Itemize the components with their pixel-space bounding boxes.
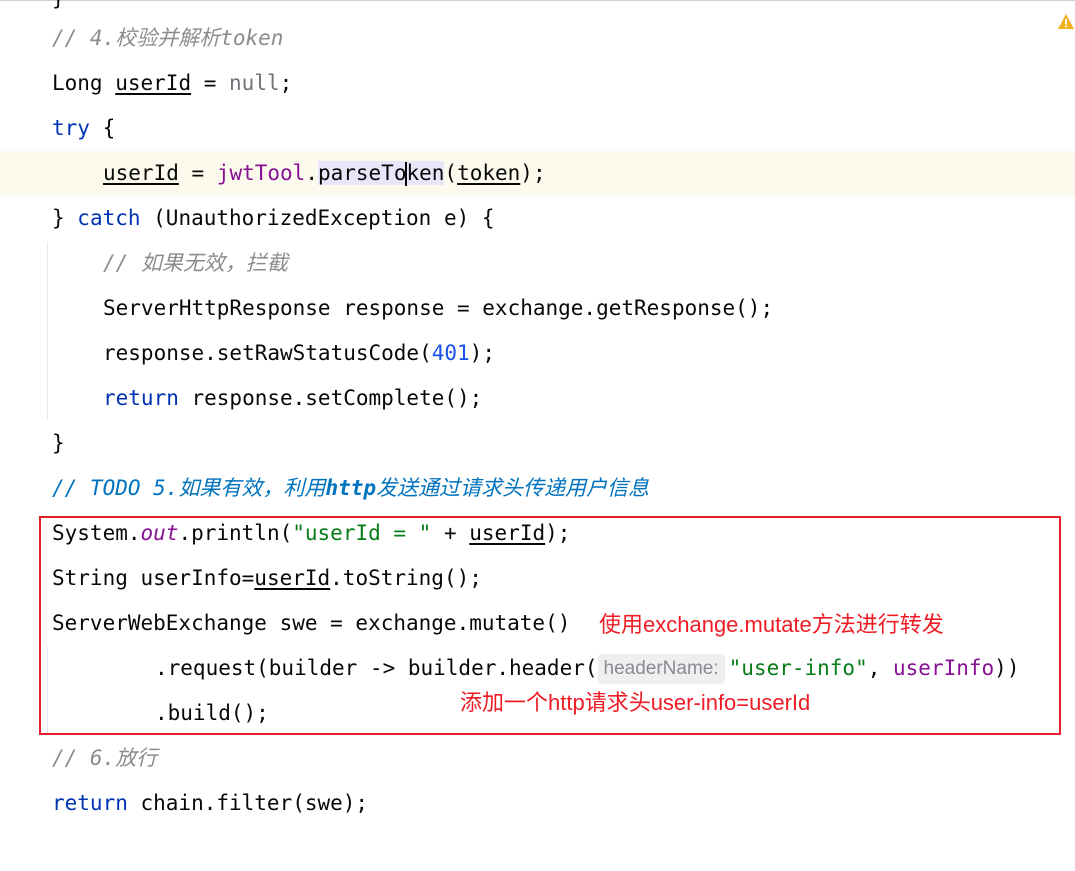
code-comment: // 如果无效，拦截 (103, 251, 288, 275)
closing-brace-fragment: } (52, 0, 65, 10)
code-text: ServerHttpResponse response = exchange.g… (103, 296, 774, 320)
code-text: userId = jwtTool.parseToken(token); (103, 161, 546, 186)
header-annotation: 添加一个http请求头user-info=userId (460, 690, 811, 715)
code-line[interactable]: // 如果无效，拦截 (0, 241, 1075, 286)
code-comment: // 6.放行 (52, 746, 158, 770)
code-text: Long userId = null; (52, 71, 293, 95)
code-line[interactable]: return chain.filter(swe); (0, 781, 1075, 826)
code-line[interactable]: } (0, 421, 1075, 466)
code-line[interactable]: try { (0, 106, 1075, 151)
code-line[interactable]: // 4.校验并解析token (0, 16, 1075, 61)
code-text: } catch (UnauthorizedException e) { (52, 206, 495, 230)
todo-comment: // TODO 5.如果有效，利用http发送通过请求头传递用户信息 (52, 476, 650, 500)
code-line[interactable]: Long userId = null; (0, 61, 1075, 106)
code-text: } (52, 431, 65, 455)
code-comment: // 4.校验并解析token (52, 26, 284, 50)
code-line[interactable]: response.setRawStatusCode(401); (0, 331, 1075, 376)
code-line[interactable]: // TODO 5.如果有效，利用http发送通过请求头传递用户信息 (0, 466, 1075, 511)
code-line[interactable]: } catch (UnauthorizedException e) { (0, 196, 1075, 241)
code-text: try { (52, 116, 116, 140)
mutate-annotation: 使用exchange.mutate方法进行转发 (599, 612, 944, 637)
code-line[interactable]: ServerHttpResponse response = exchange.g… (0, 286, 1075, 331)
code-line[interactable]: // 6.放行 (0, 736, 1075, 781)
code-line-current[interactable]: userId = jwtTool.parseToken(token); (0, 151, 1075, 196)
code-text: return response.setComplete(); (103, 386, 483, 410)
code-line[interactable]: return response.setComplete(); (0, 376, 1075, 421)
code-text: return chain.filter(swe); (52, 791, 369, 815)
code-text: response.setRawStatusCode(401); (103, 341, 495, 365)
editor-top-border (0, 0, 1075, 1)
